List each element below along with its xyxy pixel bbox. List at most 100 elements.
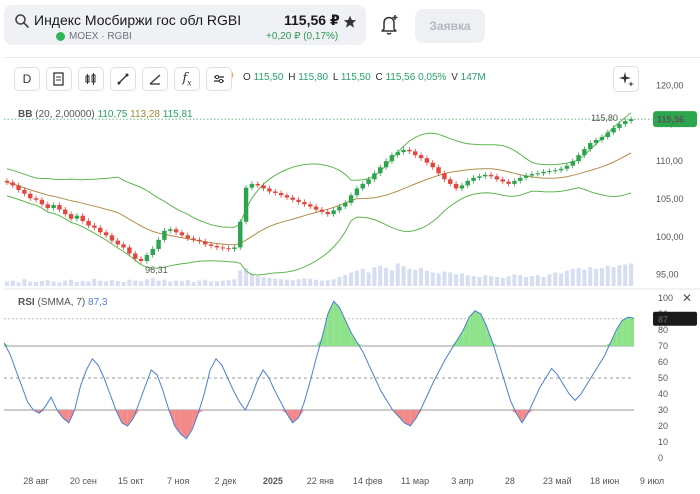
volume-bar — [197, 280, 202, 286]
rsi-axis-tick: 70 — [658, 341, 668, 351]
rsi-overbought-fill — [475, 310, 481, 346]
rsi-params: (SMMA, 7) — [37, 297, 86, 308]
volume-bar — [273, 278, 278, 286]
chart-canvas[interactable]: 115,8096,31120,00115,00110,00105,00100,0… — [4, 58, 700, 494]
candle-body — [418, 155, 424, 159]
candle-body — [68, 214, 74, 219]
indicators-button[interactable]: fx — [174, 67, 200, 91]
draw-line-button[interactable] — [110, 67, 136, 91]
candle-body — [343, 202, 348, 207]
volume-bar — [249, 273, 254, 286]
ohlc-volume-key: V — [451, 72, 458, 83]
candle-body — [523, 175, 529, 178]
candle-body — [168, 229, 173, 231]
candle-body — [4, 180, 10, 183]
candle-body — [570, 161, 575, 166]
volume-bar — [92, 278, 97, 286]
bb-upper-value: 115,81 — [162, 109, 193, 120]
close-indicator-icon[interactable]: ✕ — [682, 291, 692, 305]
candle-body — [518, 177, 523, 181]
volume-bar — [4, 281, 9, 286]
volume-bar — [290, 280, 295, 286]
candle-body — [86, 220, 91, 226]
rsi-overbought-fill — [345, 320, 352, 346]
chart-type-button[interactable] — [46, 67, 72, 91]
ohlc-readout: O 115,50 H 115,80 L 115,50 C 115,56 0,05… — [241, 72, 486, 83]
volume-bar — [115, 281, 120, 286]
rsi-axis-tick: 10 — [658, 437, 668, 447]
price-axis-tick: 95,00 — [656, 270, 679, 280]
bb-lower-value: 110,75 — [97, 109, 128, 120]
candle-body — [325, 211, 330, 215]
candle-body — [296, 199, 301, 203]
volume-bar — [255, 276, 260, 286]
candle-body — [599, 136, 605, 141]
candle-body — [208, 244, 214, 246]
volume-bar — [139, 281, 144, 286]
candle-body — [617, 124, 622, 128]
candle-body — [605, 132, 610, 137]
volume-bar — [74, 281, 79, 286]
volume-bar — [279, 279, 284, 286]
price-change: +0,20 ₽ (0,17%) — [266, 31, 339, 42]
bb-legend[interactable]: BB (20, 2,00000) 110,75 113,28 115,81 — [18, 109, 193, 120]
volume-bar — [144, 279, 149, 286]
volume-bar — [34, 281, 39, 286]
rsi-axis-tick: 50 — [658, 373, 668, 383]
candle-body — [459, 185, 465, 189]
candle-body — [453, 183, 459, 189]
candle-body — [395, 152, 400, 156]
favorite-star-icon[interactable] — [343, 15, 357, 29]
header-bar: Индекс Мосбиржи гос обл RGBI 115,56 ₽ MO… — [0, 0, 700, 52]
time-axis-tick: 2025 — [263, 476, 283, 486]
price-alert-button[interactable] — [372, 9, 408, 41]
volume-bar — [232, 279, 237, 286]
ai-assistant-button[interactable] — [613, 66, 639, 92]
volume-bar — [354, 270, 359, 286]
volume-bar — [343, 275, 348, 286]
candle-body — [547, 171, 552, 173]
ohlc-low: 115,50 — [340, 72, 371, 83]
function-icon: fx — [182, 70, 192, 88]
candle-body — [109, 235, 115, 241]
candle-body — [273, 191, 278, 193]
candle-body — [465, 180, 470, 186]
volume-bar — [296, 279, 301, 286]
instrument-selector[interactable]: Индекс Мосбиржи гос обл RGBI 115,56 ₽ MO… — [4, 5, 366, 45]
rsi-axis-tick: 40 — [658, 389, 668, 399]
candle-body — [430, 162, 435, 168]
candle-body — [238, 221, 243, 248]
settings-button[interactable] — [206, 67, 232, 91]
candle-body — [337, 206, 342, 211]
candle-body — [98, 227, 103, 233]
period-button[interactable]: D — [14, 67, 40, 91]
low-price-label: 96,31 — [145, 265, 168, 275]
candle-body — [588, 143, 593, 150]
rsi-legend[interactable]: RSI (SMMA, 7) 87,3 — [18, 297, 107, 308]
rsi-axis-tick: 100 — [658, 293, 673, 303]
candle-body — [39, 199, 45, 205]
volume-bar — [483, 275, 488, 286]
order-button[interactable]: Заявка — [415, 9, 485, 43]
volume-bar — [174, 280, 179, 286]
candle-body — [535, 173, 540, 175]
time-axis-tick: 7 ноя — [167, 476, 189, 486]
candles-button[interactable] — [78, 67, 104, 91]
volume-bar — [319, 280, 324, 286]
candle-body — [413, 151, 418, 156]
time-axis-tick: 3 апр — [451, 476, 473, 486]
candle-body — [506, 181, 511, 184]
draw-tools-button[interactable] — [142, 67, 168, 91]
volume-bar — [214, 281, 219, 286]
volume-bar — [86, 281, 91, 286]
exchange-status-dot — [56, 32, 65, 41]
volume-bar — [378, 265, 383, 286]
volume-bar — [226, 280, 231, 286]
candle-body — [185, 235, 190, 239]
bb-upper-line — [6, 112, 632, 228]
volume-bar — [465, 275, 470, 286]
volume-bar — [191, 281, 196, 286]
candle-body — [63, 209, 68, 215]
candle-body — [74, 215, 80, 219]
volume-bar — [168, 281, 173, 286]
